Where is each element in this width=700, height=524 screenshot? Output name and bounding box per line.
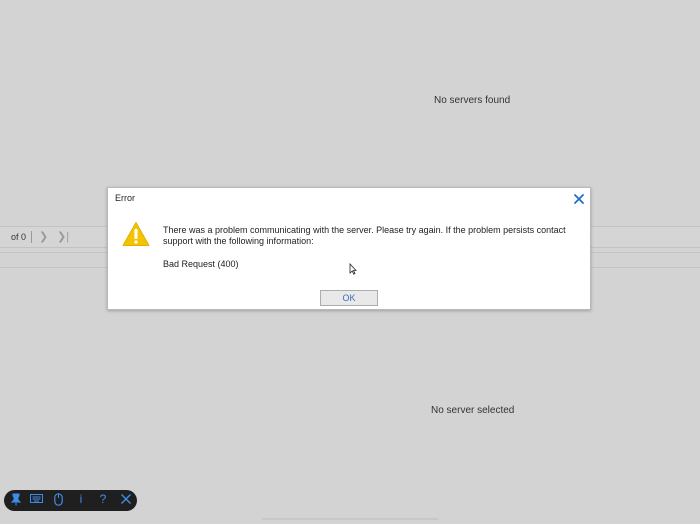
scroll-indicator [262, 518, 438, 520]
page-count-label: of 0 [11, 232, 27, 242]
mouse-icon[interactable] [50, 493, 66, 508]
mouse-cursor-icon [349, 262, 357, 280]
error-message: There was a problem communicating with t… [163, 225, 566, 246]
remote-toolbar: i ? [4, 490, 137, 511]
error-dialog: Error There was a problem communicating … [107, 187, 591, 310]
warning-icon [122, 221, 150, 252]
last-page-icon[interactable]: ❯| [57, 230, 69, 243]
pager-separator [31, 231, 32, 243]
keyboard-icon[interactable] [28, 493, 44, 508]
dialog-title: Error [115, 193, 135, 203]
help-icon[interactable]: ? [95, 492, 111, 506]
ok-button[interactable]: OK [320, 290, 378, 306]
next-page-icon[interactable]: ❯ [39, 230, 48, 243]
no-servers-label: No servers found [434, 95, 511, 106]
close-icon[interactable] [118, 493, 134, 508]
no-server-selected-label: No server selected [431, 405, 515, 416]
info-icon[interactable]: i [73, 492, 89, 506]
pin-icon[interactable] [8, 493, 24, 508]
error-detail: Bad Request (400) [163, 259, 239, 269]
close-icon[interactable] [573, 192, 585, 204]
